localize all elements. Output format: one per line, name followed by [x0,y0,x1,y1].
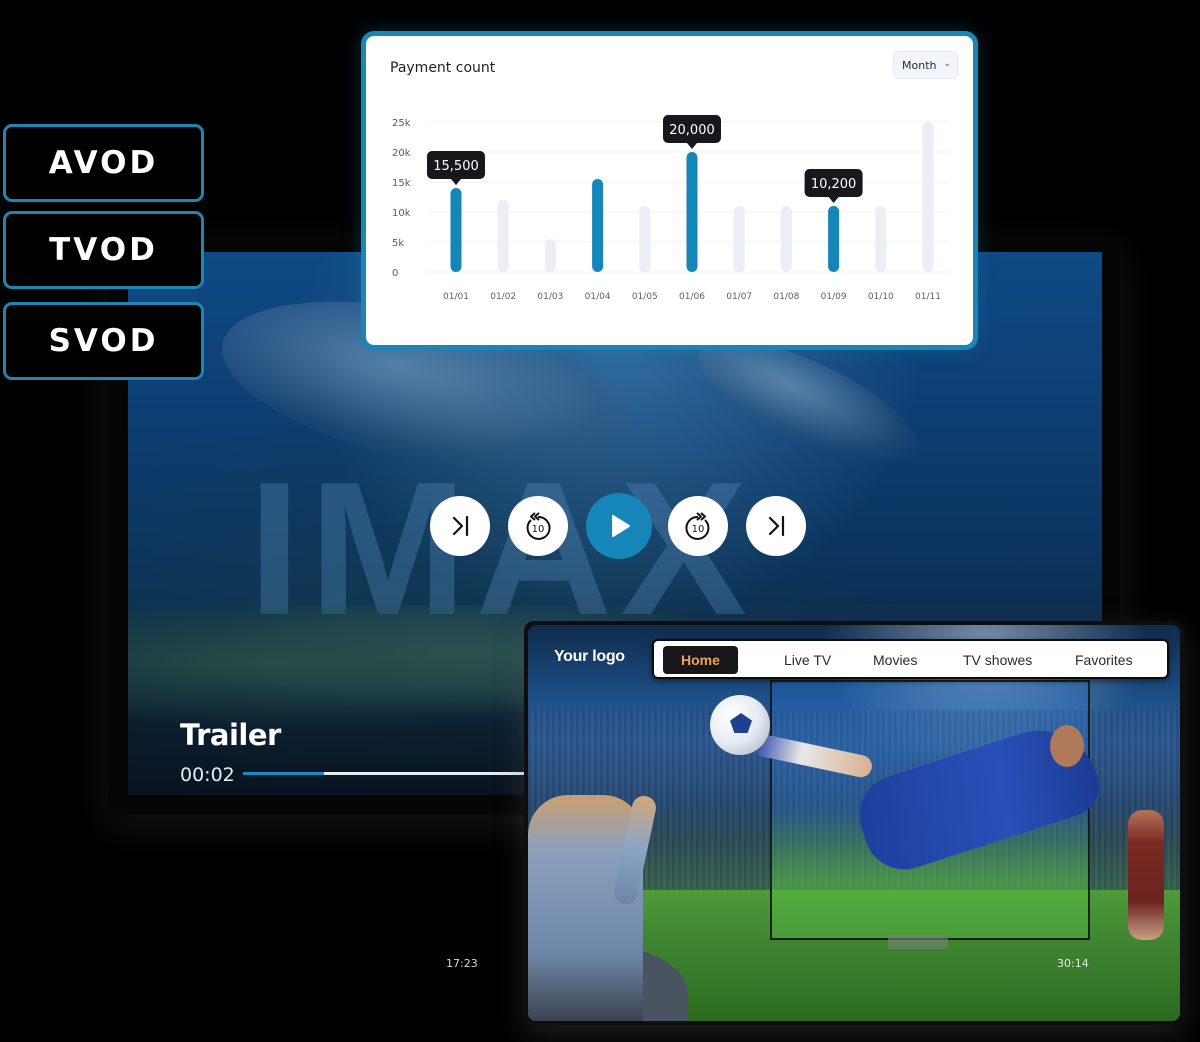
data-label-pointer [828,197,839,203]
play-button[interactable] [586,493,652,559]
x-tick-label: 01/08 [773,292,799,302]
payment-count-card: Payment count Month ⌄ 0 5k 10k 15k 20k 25k 01/… [361,31,978,350]
skip-icon [768,515,785,537]
bar-01-02 [497,200,509,272]
tv-nav-bar: Home Live TV Movies TV showes Favorites [652,639,1169,679]
timestamp-label: 17:23 [446,957,478,970]
x-tick-label: 01/09 [821,292,847,302]
forward-10-icon: 10 [685,512,710,540]
bar-01-10 [875,206,887,272]
y-tick-label: 15k [392,178,411,189]
x-tick-label: 01/10 [868,292,894,302]
skip-icon [452,515,469,537]
x-tick-label: 01/05 [632,292,658,302]
avod-badge[interactable]: AVOD [3,124,204,202]
rewind-10-button[interactable]: 10 [508,496,568,556]
svod-badge[interactable]: SVOD [3,302,204,380]
x-tick-label: 01/06 [679,292,705,302]
x-tick-label: 01/03 [537,292,563,302]
bar-01-11 [922,122,934,272]
bar-01-08 [780,206,792,272]
x-tick-label: 01/07 [726,292,752,302]
bar-01-07 [733,206,745,272]
app-logo[interactable]: Your logo [554,648,625,666]
bar-01-03 [544,239,556,272]
svg-text:10: 10 [692,524,705,535]
progress-bar[interactable] [243,772,543,775]
svg-text:10: 10 [532,524,545,535]
y-tick-label: 5k [392,238,404,249]
data-label: 20,000 [669,123,715,138]
current-time: 00:02 [180,764,235,786]
x-tick-label: 01/04 [585,292,611,302]
nav-home[interactable]: Home [663,646,738,674]
bar-01-09 [828,206,840,272]
cheering-fan-image [528,795,643,1021]
tv-timestamp: 30:14 [1057,957,1089,970]
bar-01-01 [450,188,462,272]
rewind-10-icon: 10 [526,512,551,540]
progress-bar-fill [243,772,324,775]
nav-movies[interactable]: Movies [873,646,917,674]
data-label: 15,500 [433,159,479,174]
payment-count-chart: 0 5k 10k 15k 20k 25k 01/01 01/02 01/03 01/04 01/05… [392,115,949,302]
bar-01-04 [592,179,604,272]
skip-next-button[interactable] [746,496,806,556]
x-tick-label: 01/02 [490,292,516,302]
y-tick-label: 20k [392,148,411,159]
bar-01-05 [639,206,651,272]
television-stand-image [888,935,948,949]
tvod-badge[interactable]: TVOD [3,211,204,289]
y-tick-label: 25k [392,118,411,129]
x-tick-label: 01/11 [915,292,941,302]
bar-01-06 [686,152,698,272]
nav-live-tv[interactable]: Live TV [784,646,831,674]
y-tick-label: 10k [392,208,411,219]
opponent-player-image [1128,810,1164,940]
nav-tv-shows[interactable]: TV showes [963,646,1032,674]
play-icon [612,515,630,537]
data-label: 10,200 [811,177,857,192]
nav-favorites[interactable]: Favorites [1075,646,1133,674]
forward-10-button[interactable]: 10 [668,496,728,556]
skip-previous-button[interactable] [430,496,490,556]
playback-controls: 10 10 [430,493,824,559]
y-tick-label: 0 [392,268,398,279]
footballer-head-image [1050,725,1084,767]
video-title: Trailer [180,718,281,752]
football-image [710,695,770,755]
x-tick-label: 01/01 [443,292,469,302]
data-label-pointer [687,143,697,149]
